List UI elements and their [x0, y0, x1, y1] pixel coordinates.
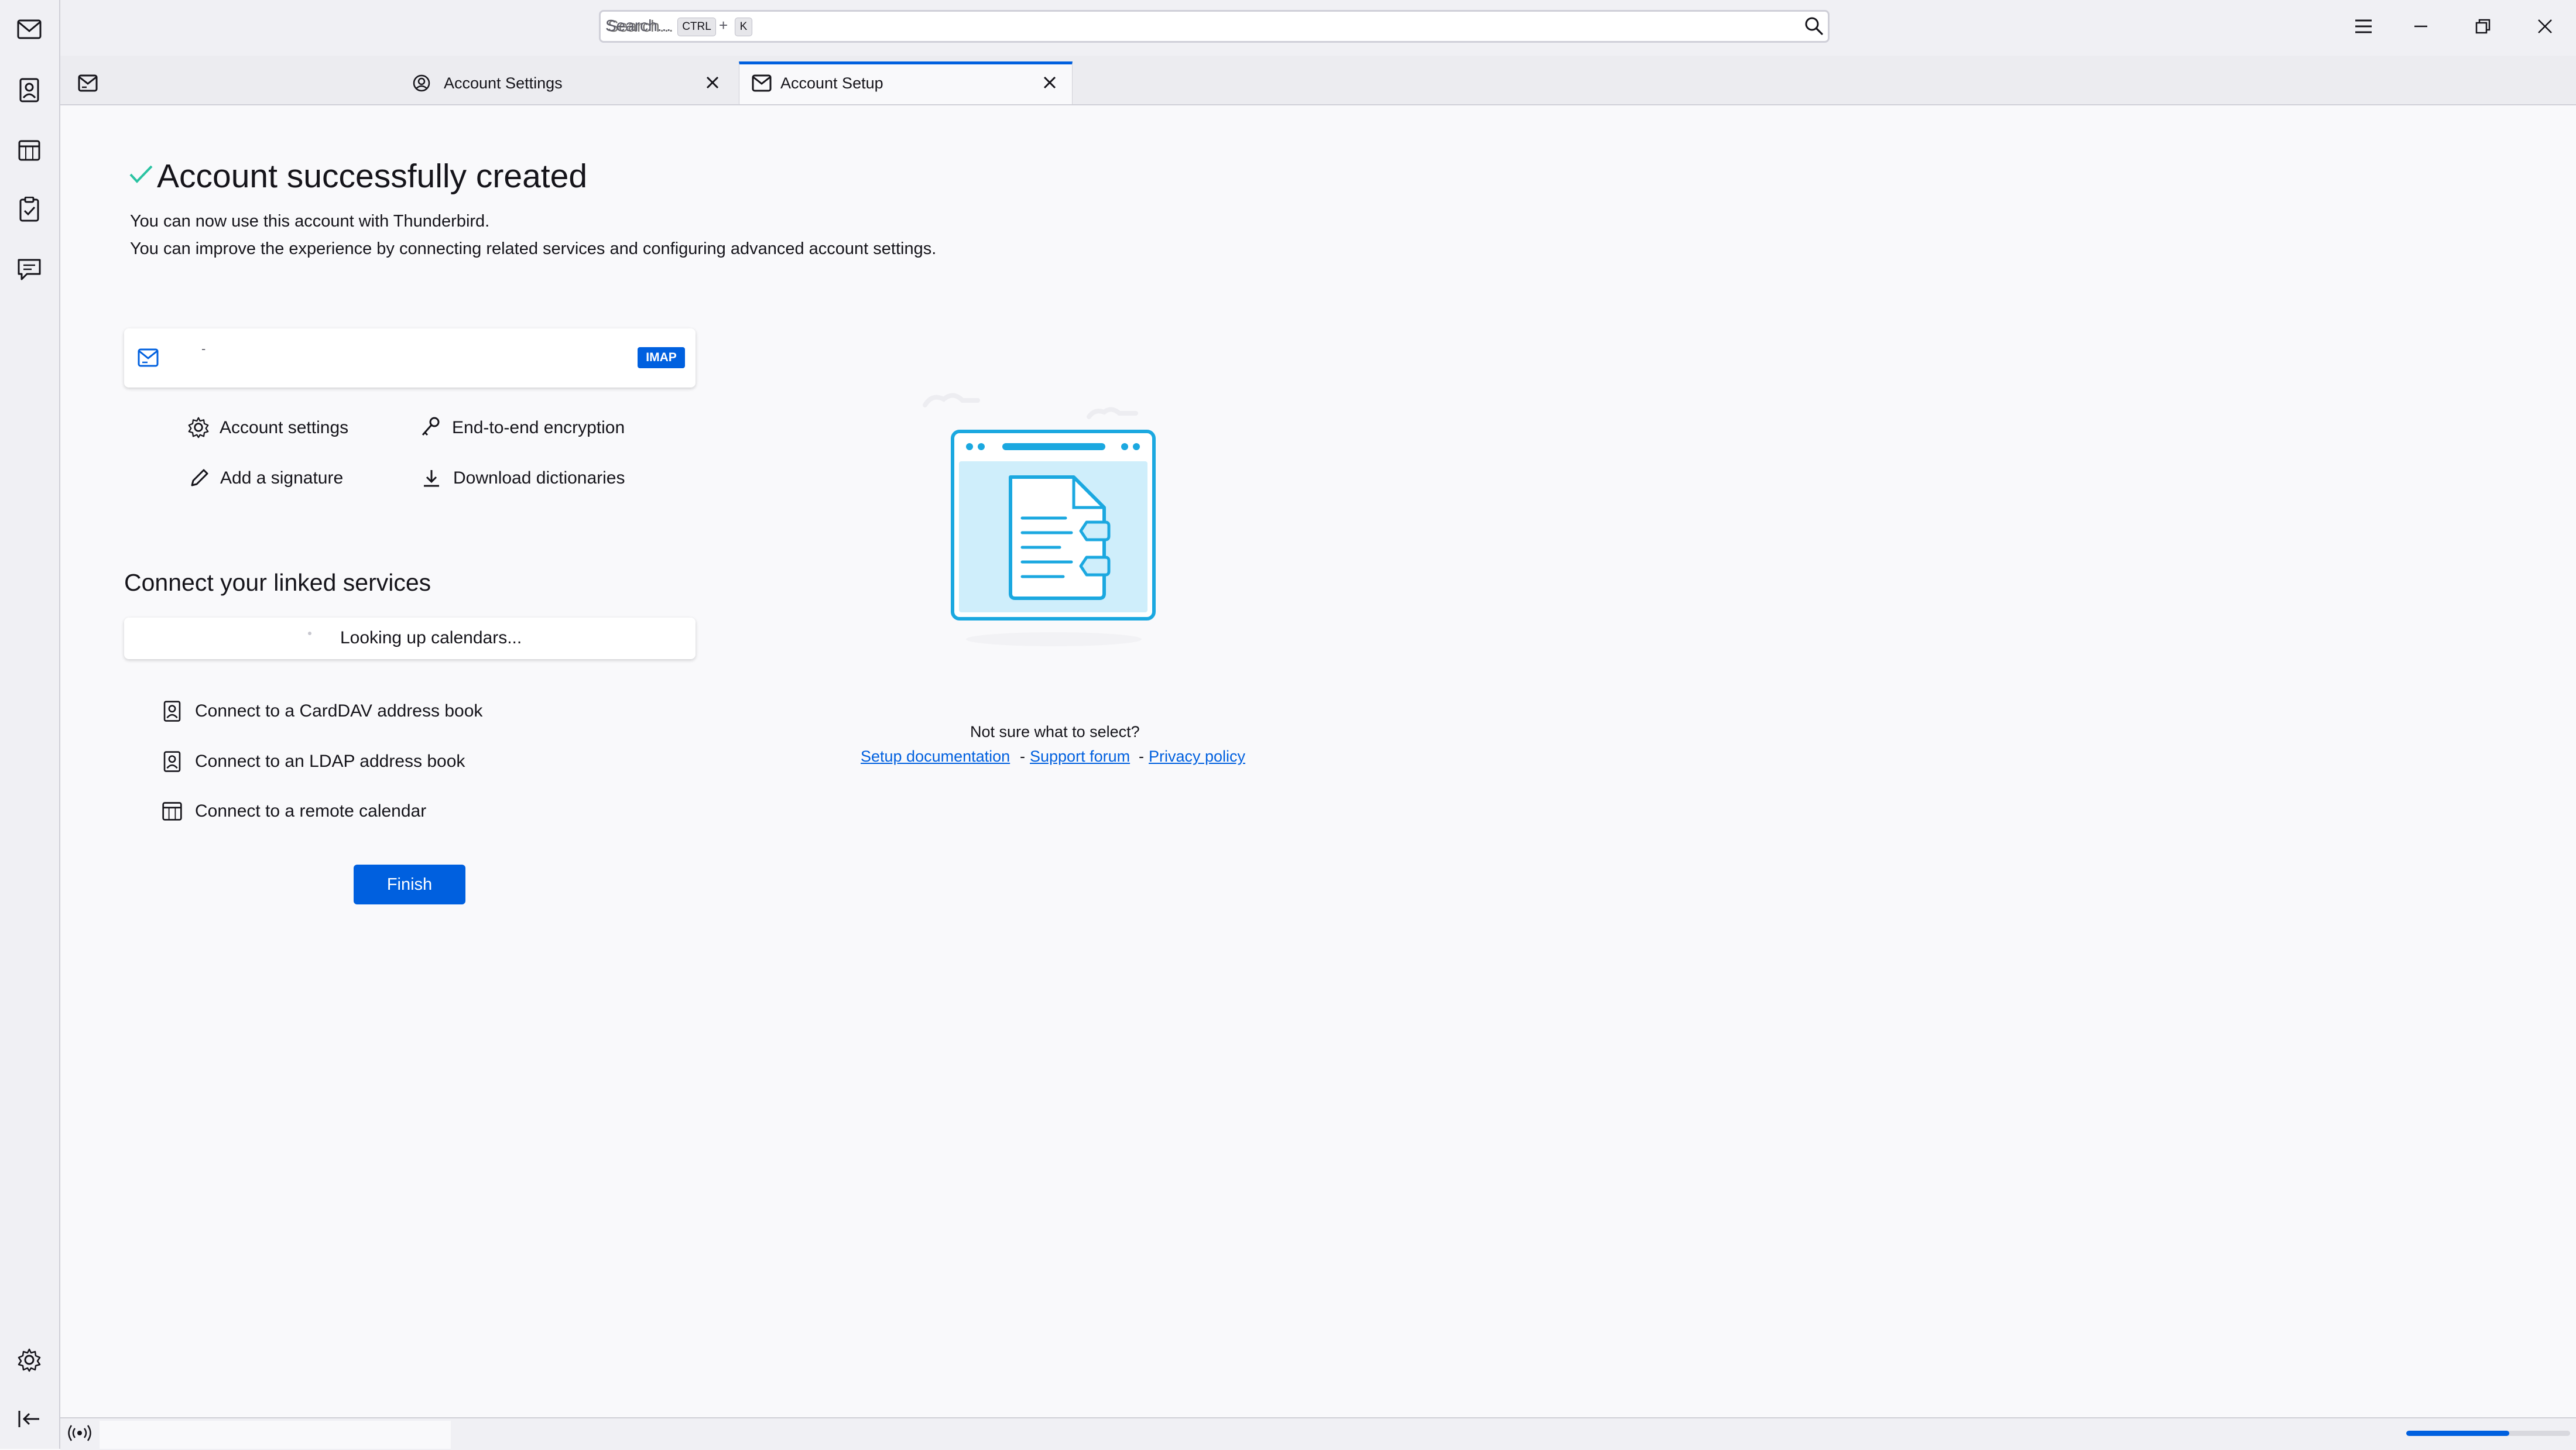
address-book-icon [163, 751, 181, 772]
protocol-badge: IMAP [638, 347, 685, 368]
account-name: - [201, 341, 206, 356]
account-settings-icon [413, 74, 430, 92]
add-signature-label: Add a signature [220, 468, 344, 488]
mail-tab-icon[interactable] [77, 74, 98, 92]
progress-bar-fill [2406, 1431, 2510, 1436]
account-settings-link[interactable]: Account settings [187, 415, 363, 442]
account-mail-icon [138, 348, 159, 367]
tasks-icon[interactable] [18, 197, 41, 222]
shortcut-plus: + [719, 16, 728, 34]
collapse-left-icon[interactable] [17, 1408, 42, 1430]
pencil-icon [191, 469, 208, 486]
progress-bar [2406, 1431, 2570, 1436]
gear-icon[interactable] [17, 1348, 42, 1372]
search-placeholder-text: Search... [605, 16, 672, 35]
account-setup-icon [752, 74, 772, 92]
connect-calendar-label: Connect to a remote calendar [195, 801, 427, 821]
calendar-lookup-card: Looking up calendars... [124, 618, 696, 659]
calendar-icon[interactable] [18, 138, 41, 162]
search-icon[interactable] [1804, 16, 1824, 36]
shortcut-k-key: K [735, 18, 752, 36]
connect-carddav-label: Connect to a CardDAV address book [195, 701, 483, 721]
account-settings-label: Account settings [220, 418, 349, 437]
success-description-2: You can improve the experience by connec… [130, 239, 937, 258]
download-dictionaries-link[interactable]: Download dictionaries [421, 465, 643, 492]
hamburger-icon[interactable] [2354, 18, 2373, 35]
address-book-icon[interactable] [18, 77, 41, 103]
download-dictionaries-label: Download dictionaries [453, 468, 625, 488]
connect-ldap-label: Connect to an LDAP address book [195, 752, 465, 771]
account-card[interactable]: - IMAP [124, 328, 696, 388]
calendar-icon [162, 802, 182, 821]
tab-account-setup[interactable]: Account Setup [739, 61, 1073, 104]
document-illustration [923, 393, 1156, 646]
loading-spinner-icon [308, 632, 311, 635]
online-status-icon[interactable] [67, 1424, 93, 1442]
link-separator: - [1139, 748, 1144, 765]
close-icon[interactable] [2536, 18, 2554, 35]
privacy-policy-link[interactable]: Privacy policy [1149, 748, 1245, 766]
add-signature-link[interactable]: Add a signature [189, 465, 364, 492]
tab-account-settings[interactable]: Account Settings [381, 61, 732, 104]
support-forum-link[interactable]: Support forum [1030, 748, 1130, 766]
checkmark-icon [129, 165, 153, 183]
minimize-icon[interactable] [2412, 18, 2430, 35]
close-tab-icon[interactable] [704, 74, 721, 91]
link-separator: - [1020, 748, 1025, 765]
restore-icon[interactable] [2474, 18, 2492, 35]
lookup-status: Looking up calendars... [340, 628, 522, 647]
gear-icon [188, 417, 209, 438]
tab-label: Account Setup [780, 74, 883, 92]
connect-calendar-link[interactable]: Connect to a remote calendar [162, 799, 513, 826]
key-icon [422, 417, 440, 436]
finish-button[interactable]: Finish [354, 865, 465, 904]
help-question: Not sure what to select? [970, 723, 1140, 741]
e2e-encryption-link[interactable]: End-to-end encryption [420, 415, 643, 442]
setup-documentation-link[interactable]: Setup documentation [861, 748, 1010, 766]
status-text-field [100, 1421, 451, 1449]
address-book-icon [163, 701, 181, 722]
download-icon [424, 470, 439, 487]
connect-carddav-link[interactable]: Connect to a CardDAV address book [162, 699, 513, 726]
mail-icon[interactable] [16, 19, 42, 40]
close-tab-icon[interactable] [1042, 74, 1058, 91]
connect-ldap-link[interactable]: Connect to an LDAP address book [162, 749, 513, 776]
shortcut-ctrl-key: CTRL [677, 18, 716, 36]
tab-label: Account Settings [444, 74, 563, 92]
linked-services-title: Connect your linked services [124, 569, 431, 596]
success-description-1: You can now use this account with Thunde… [130, 212, 490, 231]
spaces-toolbar [0, 0, 60, 1449]
e2e-encryption-label: End-to-end encryption [452, 418, 625, 437]
page-title: Account successfully created [157, 157, 588, 195]
chat-icon[interactable] [16, 258, 42, 282]
search-input[interactable] [599, 10, 1830, 43]
